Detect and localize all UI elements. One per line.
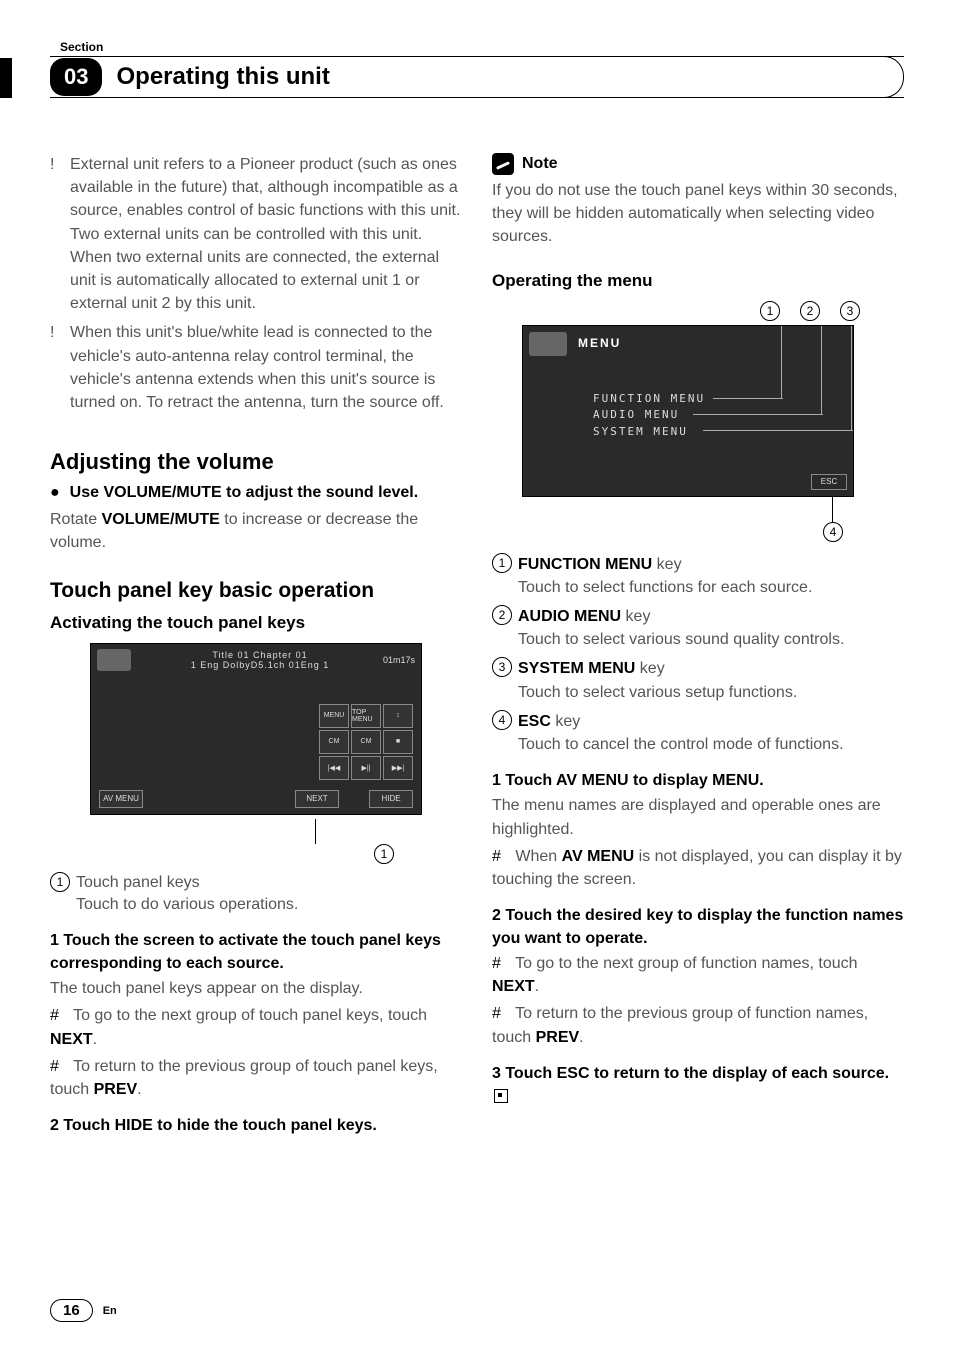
key-badge-2: 2 [492,605,512,625]
ss1-btn-nextpage[interactable]: NEXT [295,790,339,808]
ss2-line-2 [693,414,823,415]
right-step-2-bullet-1: To go to the next group of function name… [492,952,904,998]
right-step-2-bullet-2: To return to the previous group of funct… [492,1002,904,1048]
end-mark-icon [494,1089,508,1103]
chapter-header: 03 Operating this unit [50,56,904,98]
activating-heading: Activating the touch panel keys [50,613,462,633]
left-step-1: 1 Touch the screen to activate the touch… [50,930,462,975]
ss1-btn-cm1[interactable]: CM [319,730,349,754]
key-badge-4: 4 [492,710,512,730]
chapter-number-badge: 03 [50,58,102,96]
co-top-3: 3 [840,301,860,321]
ss1-title-line: Title 01 Chapter 01 [137,650,383,660]
note-body: If you do not use the touch panel keys w… [492,179,904,249]
ss2-item-audio[interactable]: AUDIO MENU [593,407,705,424]
adjust-volume-heading: Adjusting the volume [50,449,462,475]
ss2-item-function[interactable]: FUNCTION MENU [593,391,705,408]
callout-1-desc: Touch to do various operations. [76,896,298,913]
ss1-btn-next[interactable]: ▶▶| [383,756,413,780]
right-step-1-bullet: When AV MENU is not displayed, you can d… [492,845,904,891]
ss1-btn-menu[interactable]: MENU [319,704,349,728]
key-item-1: 1 FUNCTION MENU keyTouch to select funct… [492,553,904,599]
section-label: Section [50,40,904,54]
intro-bullet-2: When this unit's blue/white lead is conn… [70,321,462,414]
left-step-1-bullet-2: To return to the previous group of touch… [50,1055,462,1101]
ss2-line-3 [703,430,853,431]
co-bottom-4: 4 [823,522,843,542]
touch-panel-screenshot: Title 01 Chapter 01 1 Eng DolbyD5.1ch 01… [90,643,422,815]
ss2-menu-list: FUNCTION MENU AUDIO MENU SYSTEM MENU [593,391,705,441]
intro-bullet-list: External unit refers to a Pioneer produc… [50,153,462,414]
ss1-button-grid: MENU TOP MENU ↕ CM CM ■ |◀◀ ▶|| ▶▶| [319,704,413,780]
ss2-esc-button[interactable]: ESC [811,474,847,490]
ss1-btn-topmenu[interactable]: TOP MENU [351,704,381,728]
callout-1-number: 1 [374,844,394,864]
key-item-3: 3 SYSTEM MENU keyTouch to select various… [492,657,904,703]
ss1-time: 01m17s [383,655,415,665]
ss1-btn-cm2[interactable]: CM [351,730,381,754]
ss2-vline-1 [781,326,782,398]
ss2-line-1 [713,398,783,399]
page-footer: 16 En [50,1279,904,1322]
source-icon [97,649,131,671]
left-step-1-bullet-1: To go to the next group of touch panel k… [50,1004,462,1050]
left-step-1-body: The touch panel keys appear on the displ… [50,977,462,1000]
left-step-2: 2 Touch HIDE to hide the touch panel key… [50,1115,462,1137]
note-icon [492,153,514,175]
operating-menu-heading: Operating the menu [492,271,904,291]
callouts-bottom: 4 [522,497,852,547]
touch-panel-heading: Touch panel key basic operation [50,579,462,603]
page-language: En [103,1305,117,1317]
callout-1-row: 1 Touch panel keys Touch to do various o… [50,872,462,917]
key-item-2: 2 AUDIO MENU keyTouch to select various … [492,605,904,651]
left-column: External unit refers to a Pioneer produc… [50,153,462,1279]
co-top-2: 2 [800,301,820,321]
adjust-body: Rotate VOLUME/MUTE to increase or decrea… [50,508,462,554]
ss1-btn-stop[interactable]: ■ [383,730,413,754]
callout-1-badge: 1 [50,872,70,892]
ss1-btn-prev[interactable]: |◀◀ [319,756,349,780]
co-top-1: 1 [760,301,780,321]
callout-1-label: Touch panel keys [76,874,200,891]
note-label: Note [522,155,558,173]
co-bottom-line [832,497,833,522]
ss2-vline-3 [851,326,852,430]
ss1-btn-avmenu[interactable]: AV MENU [99,790,143,808]
ss2-source-icon [529,332,567,356]
intro-bullet-1: External unit refers to a Pioneer produc… [70,153,462,315]
key-badge-3: 3 [492,657,512,677]
right-step-1-body: The menu names are displayed and operabl… [492,794,904,840]
right-column: Note If you do not use the touch panel k… [492,153,904,1279]
page-number: 16 [50,1299,93,1322]
ss1-btn-hide[interactable]: HIDE [369,790,413,808]
right-step-1: 1 Touch AV MENU to display MENU. [492,770,904,792]
ss2-item-system[interactable]: SYSTEM MENU [593,424,705,441]
key-badge-1: 1 [492,553,512,573]
ss1-btn-play[interactable]: ▶|| [351,756,381,780]
ss1-btn-arrows[interactable]: ↕ [383,704,413,728]
chapter-title: Operating this unit [116,63,329,91]
callout-line [315,819,316,844]
ss1-sub-line: 1 Eng DolbyD5.1ch 01Eng 1 [137,660,383,670]
right-step-2: 2 Touch the desired key to display the f… [492,905,904,950]
key-list: 1 FUNCTION MENU keyTouch to select funct… [492,553,904,757]
callouts-top: 1 2 3 [522,301,852,325]
side-tab [0,58,12,98]
adjust-lead: ●Use VOLUME/MUTE to adjust the sound lev… [50,481,462,504]
right-step-3: 3 Touch ESC to return to the display of … [492,1063,904,1108]
ss2-vline-2 [821,326,822,414]
menu-screenshot: MENU FUNCTION MENU AUDIO MENU SYSTEM MEN… [522,325,854,497]
key-item-4: 4 ESC keyTouch to cancel the control mod… [492,710,904,756]
note-heading: Note [492,153,904,175]
ss2-menu-label: MENU [578,336,621,350]
